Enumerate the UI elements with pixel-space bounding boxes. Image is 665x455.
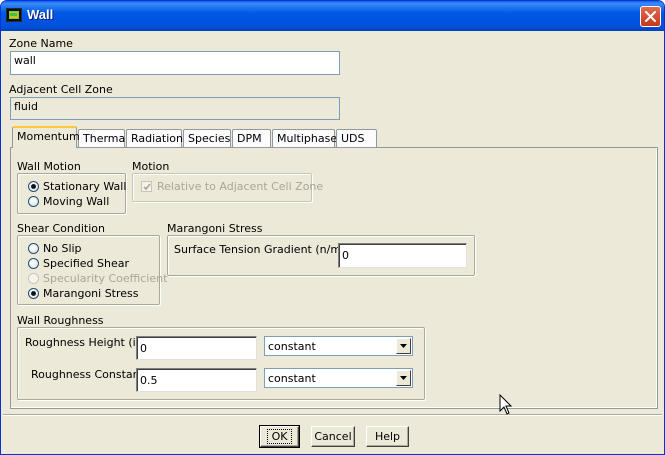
- adjacent-cell-zone-field: fluid: [10, 97, 340, 120]
- ok-button[interactable]: OK: [259, 425, 300, 448]
- wall-dialog: Wall Zone Name wall Adjacent Cell Zone f…: [0, 0, 665, 455]
- zone-name-input[interactable]: wall: [10, 51, 340, 75]
- tab-momentum[interactable]: Momentum: [12, 126, 80, 148]
- checkmark-icon: [143, 183, 151, 191]
- roughness-height-method-select[interactable]: constant: [264, 336, 413, 356]
- marangoni-stress-label[interactable]: Marangoni Stress: [43, 287, 139, 300]
- chevron-down-icon: [400, 344, 407, 348]
- fluent-app-icon: [6, 8, 22, 22]
- marangoni-stress-title: Marangoni Stress: [167, 222, 263, 235]
- roughness-constant-input[interactable]: 0.5: [136, 368, 257, 392]
- relative-to-adjacent-checkbox[interactable]: [141, 181, 152, 192]
- relative-to-adjacent-label: Relative to Adjacent Cell Zone: [157, 180, 324, 193]
- specularity-coefficient-radio: [28, 273, 39, 284]
- roughness-height-method-value: constant: [268, 340, 316, 353]
- tab-thermal[interactable]: Thermal: [78, 129, 128, 147]
- tab-multiphase[interactable]: Multiphase: [272, 129, 337, 147]
- no-slip-radio[interactable]: [28, 243, 39, 254]
- tab-species[interactable]: Species: [183, 129, 231, 147]
- dropdown-arrow-button[interactable]: [396, 370, 411, 386]
- help-button[interactable]: Help: [366, 426, 409, 447]
- zone-name-label: Zone Name: [9, 37, 73, 50]
- specified-shear-radio[interactable]: [28, 258, 39, 269]
- wall-motion-title: Wall Motion: [17, 160, 81, 173]
- surface-tension-gradient-input[interactable]: 0: [338, 243, 467, 268]
- close-icon: [645, 11, 656, 22]
- moving-wall-radio[interactable]: [28, 196, 39, 207]
- surface-tension-gradient-label: Surface Tension Gradient (n/m-k): [174, 243, 356, 256]
- window-title: Wall: [27, 7, 54, 22]
- roughness-constant-method-value: constant: [268, 372, 316, 385]
- separator: [3, 414, 662, 416]
- specified-shear-label[interactable]: Specified Shear: [43, 257, 129, 270]
- adjacent-cell-zone-label: Adjacent Cell Zone: [9, 83, 113, 96]
- chevron-down-icon: [400, 376, 407, 380]
- mouse-pointer-icon: [499, 394, 513, 415]
- dropdown-arrow-button[interactable]: [396, 338, 411, 354]
- cancel-button[interactable]: Cancel: [311, 426, 355, 447]
- marangoni-stress-radio[interactable]: [28, 288, 39, 299]
- roughness-height-label: Roughness Height (in): [25, 336, 147, 349]
- specularity-coefficient-label: Specularity Coefficient: [43, 272, 168, 285]
- shear-condition-title: Shear Condition: [17, 222, 105, 235]
- stationary-wall-label[interactable]: Stationary Wall: [43, 180, 126, 193]
- roughness-constant-label: Roughness Constant: [31, 368, 144, 381]
- close-button[interactable]: [640, 6, 661, 27]
- wall-roughness-title: Wall Roughness: [17, 314, 104, 327]
- moving-wall-label[interactable]: Moving Wall: [43, 195, 109, 208]
- roughness-constant-method-select[interactable]: constant: [264, 368, 413, 388]
- ok-button-label: OK: [266, 429, 293, 444]
- stationary-wall-radio[interactable]: [28, 181, 39, 192]
- no-slip-label[interactable]: No Slip: [43, 242, 82, 255]
- tab-dpm[interactable]: DPM: [232, 129, 271, 147]
- motion-title: Motion: [132, 160, 170, 173]
- roughness-height-input[interactable]: 0: [136, 336, 257, 360]
- title-bar[interactable]: Wall: [1, 1, 664, 31]
- tab-radiation[interactable]: Radiation: [126, 129, 183, 147]
- tab-uds[interactable]: UDS: [336, 129, 377, 147]
